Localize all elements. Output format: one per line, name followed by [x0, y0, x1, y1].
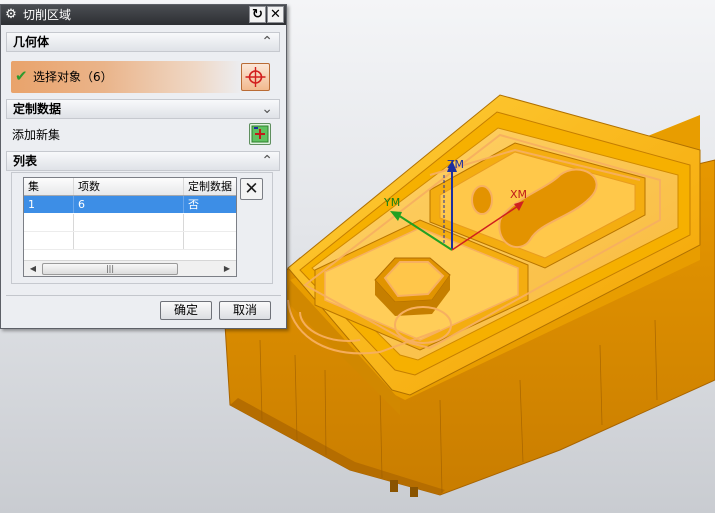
table-cell-set: 1: [24, 196, 74, 213]
ok-button[interactable]: 确定: [160, 301, 212, 320]
close-button[interactable]: ✕: [267, 6, 284, 23]
dialog-title: 切削区域: [23, 8, 72, 22]
empty-table-row: [24, 232, 236, 250]
ym-axis-label: YM: [383, 196, 400, 209]
chevron-down-icon: ⌄: [261, 101, 273, 117]
close-icon: ✕: [270, 7, 281, 22]
set-list-table[interactable]: 集 项数 定制数据 1 6 否 ◀ ||| ▶: [23, 177, 237, 277]
gear-icon: ⚙: [5, 7, 17, 22]
chevron-up-icon: ⌃: [261, 34, 273, 50]
select-object-row[interactable]: ✔ 选择对象（6）: [11, 61, 243, 93]
add-set-icon: [251, 125, 269, 143]
empty-cell: [24, 232, 74, 249]
check-icon: ✔: [15, 67, 28, 85]
select-object-button[interactable]: [241, 63, 270, 91]
table-row[interactable]: 1 6 否: [24, 196, 236, 213]
horizontal-scrollbar[interactable]: ◀ ||| ▶: [24, 260, 236, 276]
scroll-left-icon[interactable]: ◀: [26, 262, 40, 276]
list-section-title: 列表: [13, 154, 38, 168]
geometry-section-title: 几何体: [13, 35, 50, 49]
column-header-set[interactable]: 集: [24, 178, 74, 195]
xm-axis-label: XM: [510, 188, 527, 201]
empty-cell: [184, 232, 236, 249]
custom-data-section-title: 定制数据: [13, 102, 62, 116]
scroll-right-icon[interactable]: ▶: [220, 262, 234, 276]
empty-cell: [74, 232, 184, 249]
custom-data-section-header[interactable]: 定制数据 ⌄: [6, 99, 280, 119]
reset-button[interactable]: ↻: [249, 6, 266, 23]
table-header: 集 项数 定制数据: [24, 178, 236, 196]
add-set-button[interactable]: [249, 123, 271, 145]
scrollbar-thumb[interactable]: |||: [42, 263, 178, 275]
crosshair-icon: [245, 67, 266, 87]
empty-cell: [24, 214, 74, 231]
reset-icon: ↻: [252, 7, 263, 22]
delete-set-button[interactable]: ✕: [240, 178, 263, 200]
list-section-header[interactable]: 列表 ⌃: [6, 151, 280, 171]
table-cell-count: 6: [74, 196, 184, 213]
add-set-label: 添加新集: [12, 128, 61, 142]
geometry-section-header[interactable]: 几何体 ⌃: [6, 32, 280, 52]
cancel-button[interactable]: 取消: [219, 301, 271, 320]
delete-icon: ✕: [244, 179, 259, 199]
table-cell-custom-data: 否: [188, 198, 199, 211]
empty-cell: [184, 214, 236, 231]
cut-area-dialog: ⚙ 切削区域 ↻ ✕ 几何体 ⌃ ✔ 选择对象（6） 定制数据 ⌄ 添加新集 列…: [0, 4, 287, 329]
column-header-count[interactable]: 项数: [74, 178, 184, 195]
divider: [6, 295, 281, 296]
empty-table-row: [24, 214, 236, 232]
chevron-up-icon: ⌃: [261, 153, 273, 169]
dialog-titlebar[interactable]: ⚙ 切削区域 ↻ ✕: [1, 5, 286, 25]
empty-cell: [74, 214, 184, 231]
zm-axis-label: ZM: [447, 158, 464, 171]
select-object-label: 选择对象（6）: [33, 70, 113, 84]
column-header-custom-data[interactable]: 定制数据: [184, 178, 236, 195]
